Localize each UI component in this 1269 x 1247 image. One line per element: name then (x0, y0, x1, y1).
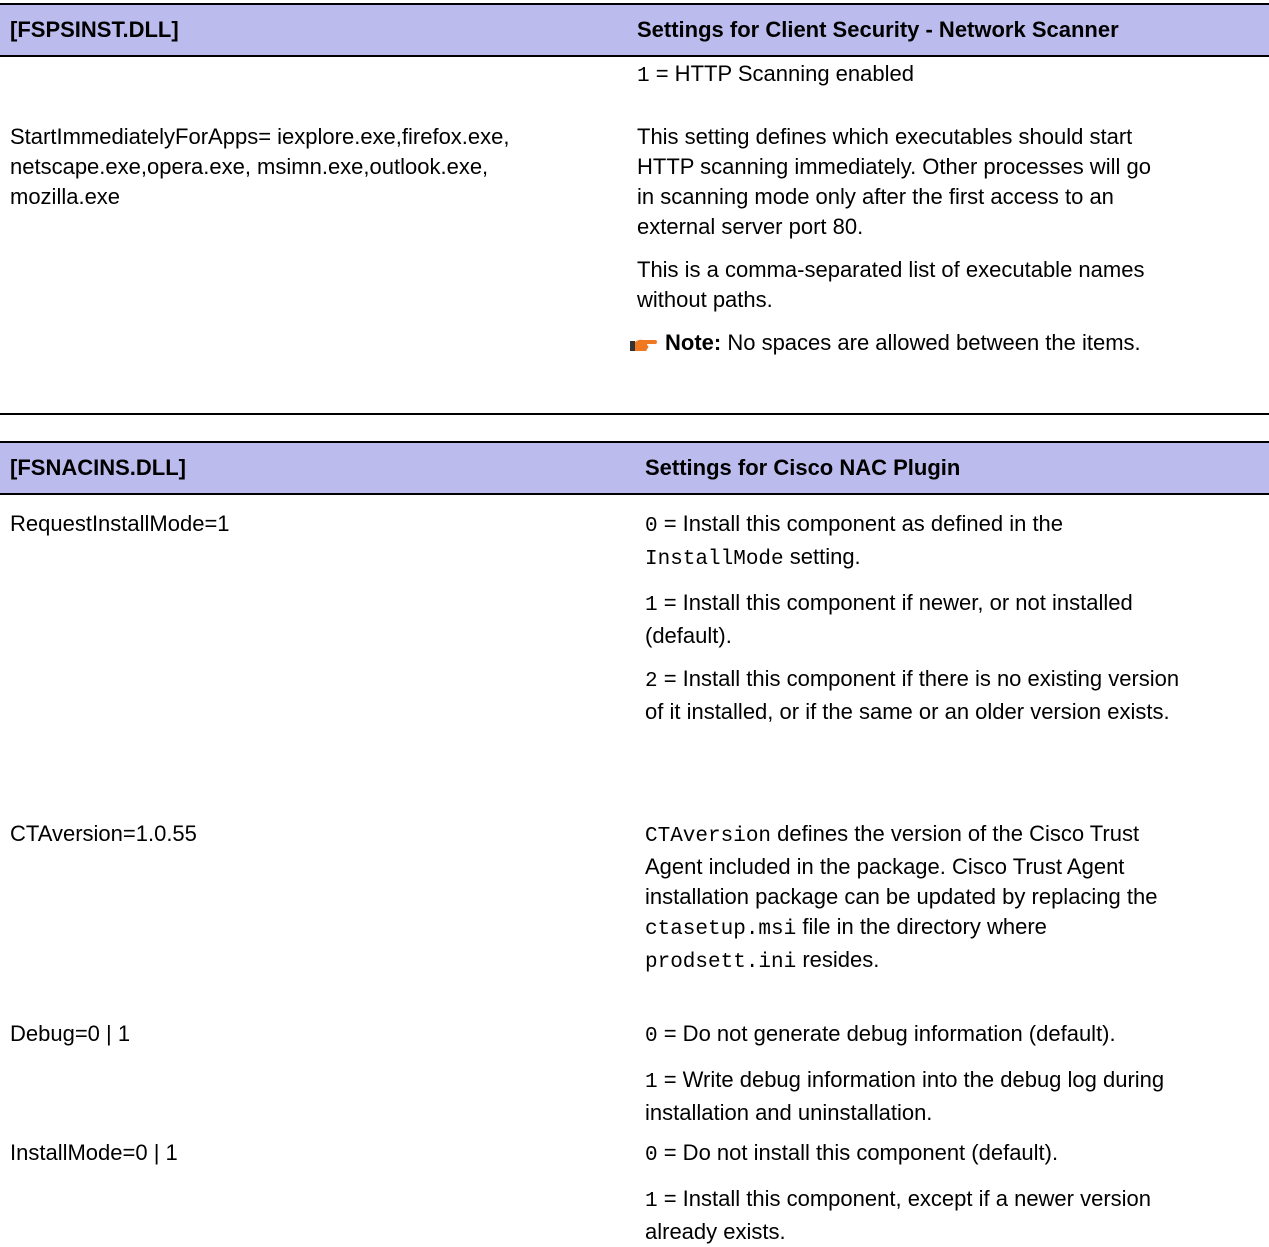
fsnacins-section-title: [FSNACINS.DLL] (10, 455, 186, 480)
setting-option: 1 = Install this component, except if a … (645, 1186, 1152, 1244)
table-row: CTAversion=1.0.55 CTAversion defines the… (0, 819, 1269, 978)
value-code: 1 (637, 65, 650, 88)
setting-key: InstallMode=0 | 1 (10, 1140, 178, 1165)
note: Note: No spaces are allowed between the … (629, 328, 1259, 358)
table-row: InstallMode=0 | 1 0 = Do not install thi… (0, 1138, 1269, 1247)
setting-description-list: This is a comma-separated list of execut… (637, 257, 1145, 312)
table-row: Debug=0 | 1 0 = Do not generate debug in… (0, 1019, 1269, 1128)
table-row: 1 = HTTP Scanning enabled (0, 59, 1269, 92)
table-row: StartImmediatelyForApps= iexplore.exe,fi… (0, 122, 1269, 358)
note-hand-pointer-icon (629, 331, 657, 351)
setting-option: 0 = Do not generate debug information (d… (645, 1021, 1116, 1048)
setting-option: 0 = Install this component as defined in… (645, 511, 1064, 571)
setting-key: StartImmediatelyForApps= iexplore.exe,fi… (10, 124, 510, 209)
fsnacins-table: [FSNACINS.DLL] Settings for Cisco NAC Pl… (0, 441, 1269, 1244)
fsnacins-section-description: Settings for Cisco NAC Plugin (645, 455, 961, 480)
fspsinst-table: [FSPSINST.DLL] Settings for Client Secur… (0, 3, 1269, 415)
setting-description: This setting defines which executables s… (637, 124, 1151, 239)
setting-description: CTAversion defines the version of the Ci… (645, 821, 1158, 974)
fspsinst-section-description: Settings for Client Security - Network S… (637, 17, 1119, 42)
setting-option: 1 = Write debug information into the deb… (645, 1067, 1165, 1125)
fspsinst-table-header: [FSPSINST.DLL] Settings for Client Secur… (0, 5, 1269, 57)
setting-option: 2 = Install this component if there is n… (645, 666, 1180, 724)
note-label: Note: (665, 330, 722, 355)
setting-option: 1 = Install this component if newer, or … (645, 590, 1133, 648)
setting-key: Debug=0 | 1 (10, 1021, 131, 1046)
setting-key: RequestInstallMode=1 (10, 511, 230, 536)
setting-option: 0 = Do not install this component (defau… (645, 1140, 1059, 1167)
value-description: = HTTP Scanning enabled (649, 61, 914, 86)
setting-key: CTAversion=1.0.55 (10, 821, 197, 846)
table-row: RequestInstallMode=1 0 = Install this co… (0, 509, 1269, 727)
fsnacins-table-header: [FSNACINS.DLL] Settings for Cisco NAC Pl… (0, 443, 1269, 495)
note-text: No spaces are allowed between the items. (721, 330, 1141, 355)
fspsinst-section-title: [FSPSINST.DLL] (10, 17, 179, 42)
